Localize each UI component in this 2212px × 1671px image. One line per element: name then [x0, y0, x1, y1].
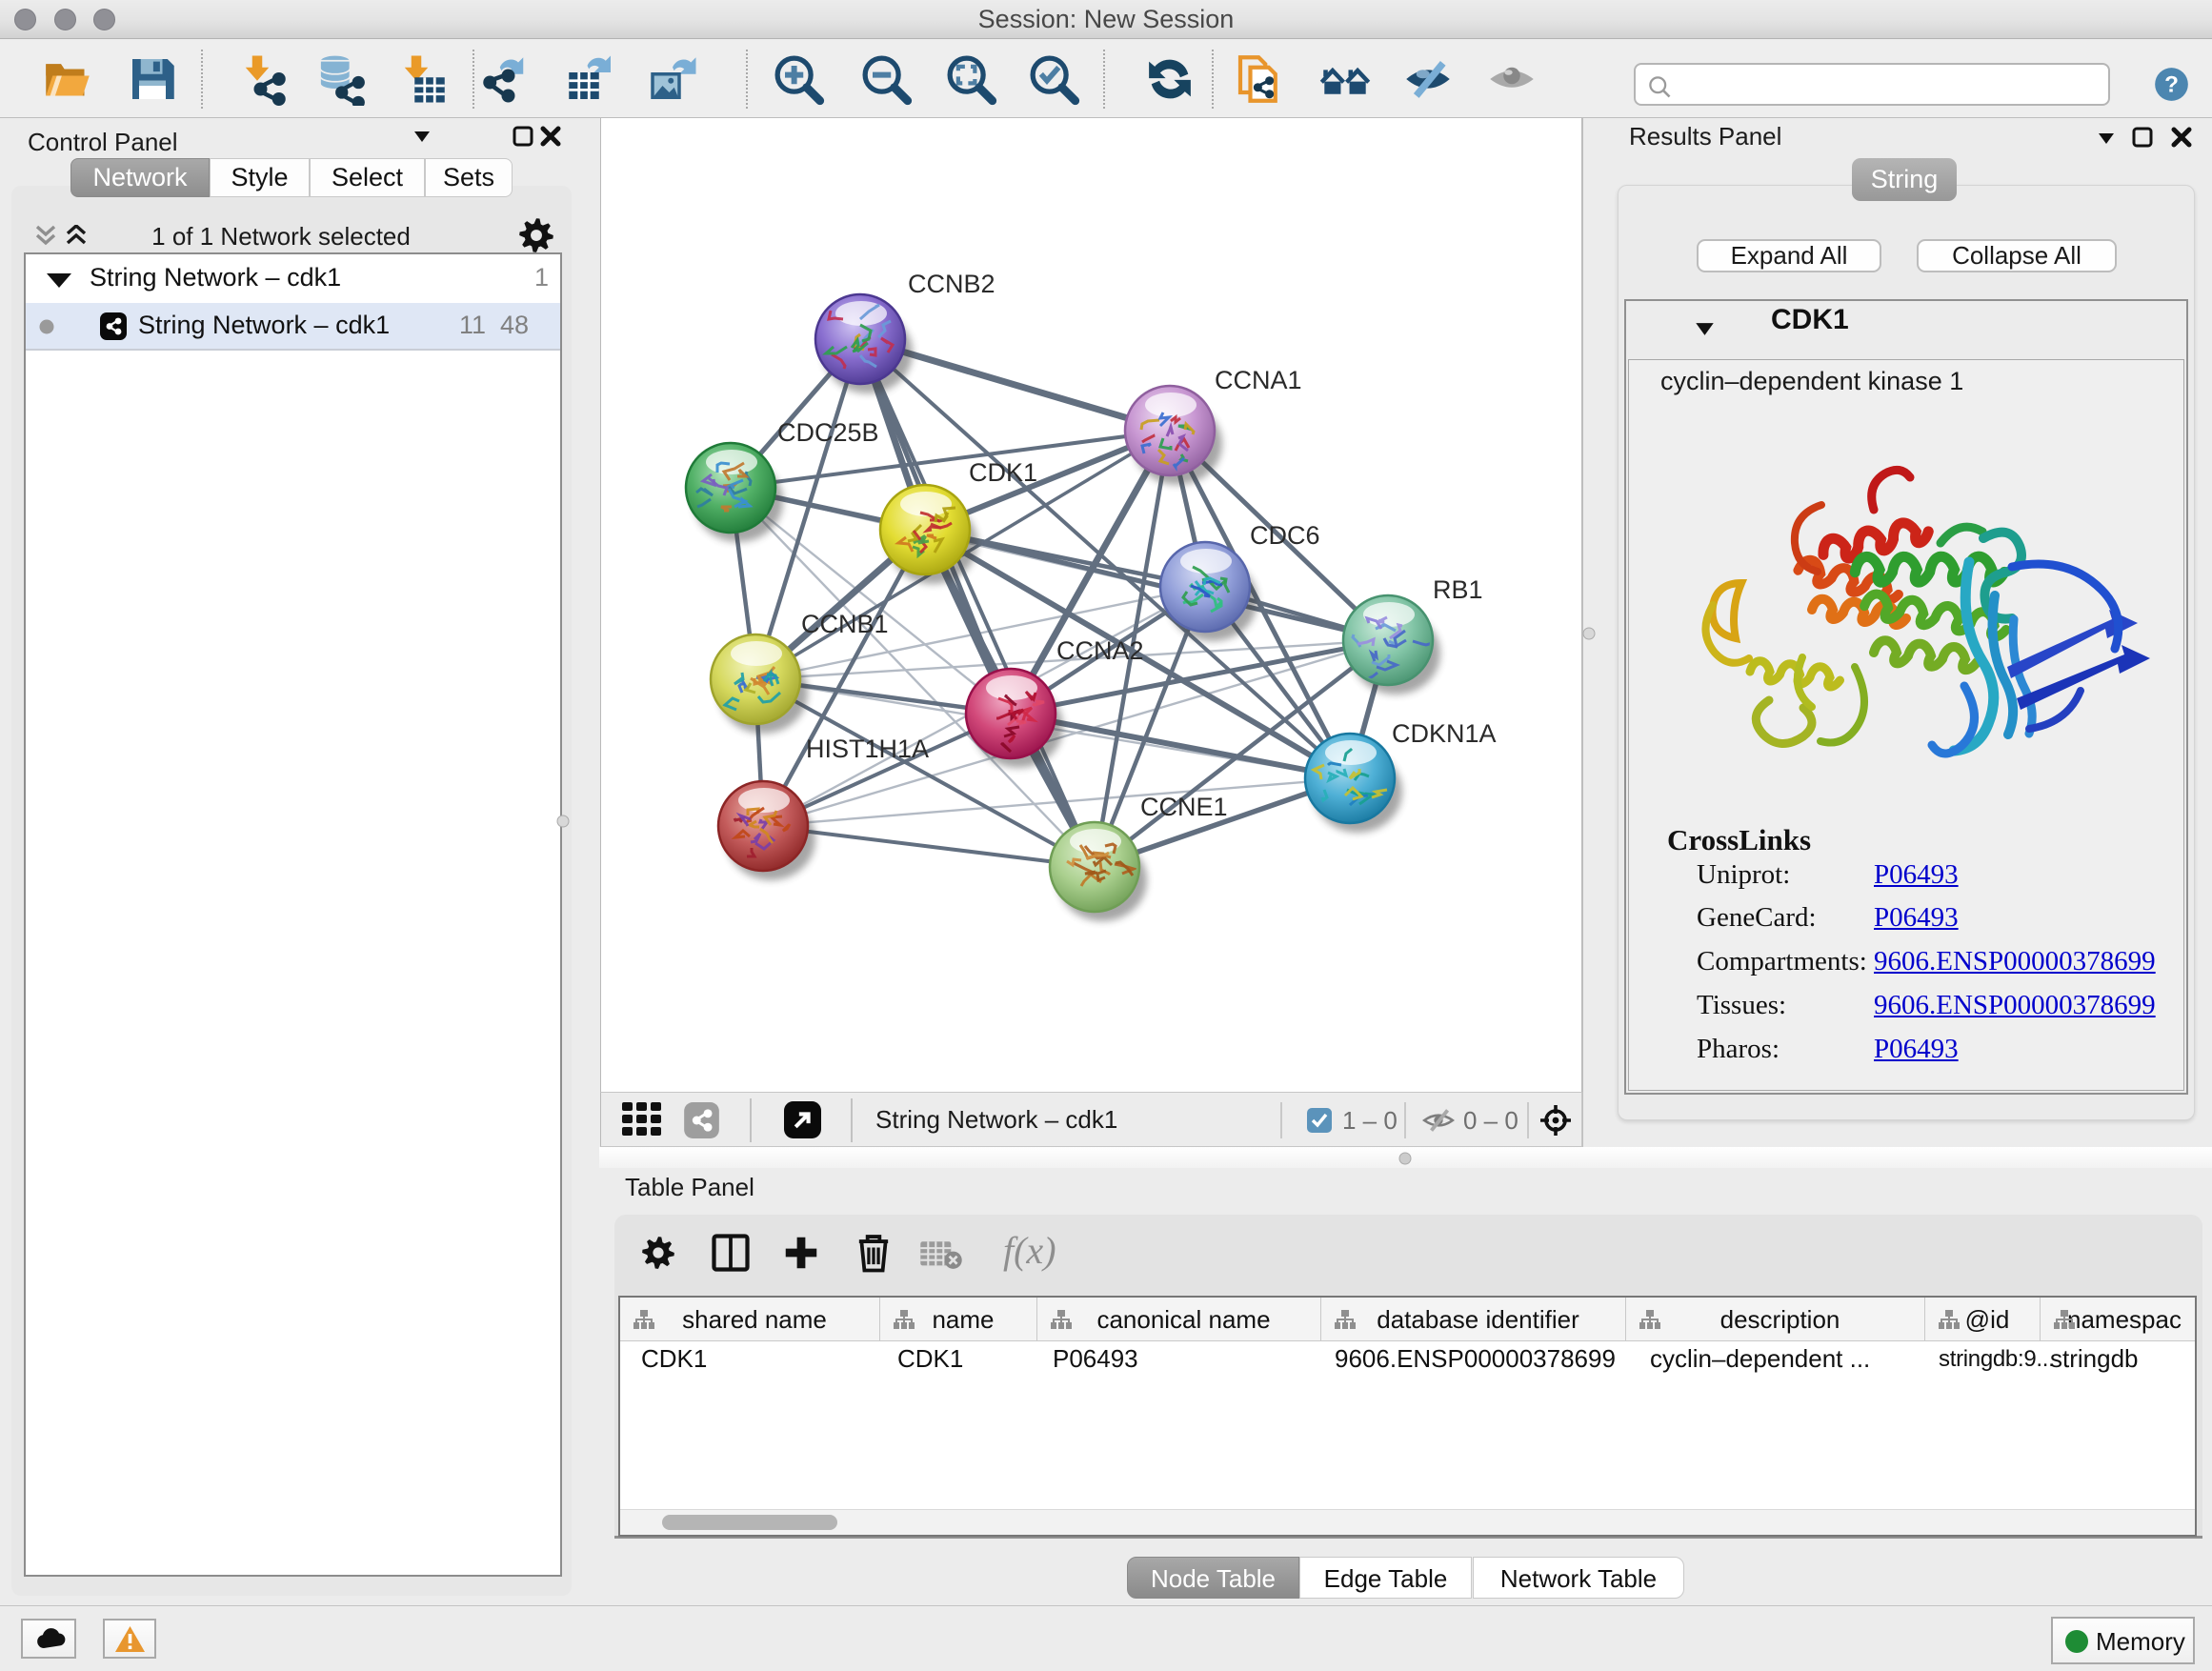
svg-text:RB1: RB1 [1433, 575, 1483, 604]
svg-text:CCNA2: CCNA2 [1056, 636, 1144, 665]
svg-text:CDC25B: CDC25B [777, 418, 879, 447]
svg-text:CDKN1A: CDKN1A [1392, 719, 1497, 748]
svg-text:CCNA1: CCNA1 [1215, 366, 1302, 394]
svg-text:?: ? [2164, 72, 2179, 98]
svg-text:CDC6: CDC6 [1250, 521, 1320, 550]
svg-text:CCNE1: CCNE1 [1140, 793, 1228, 821]
svg-text:CCNB2: CCNB2 [908, 270, 995, 298]
svg-text:CCNB1: CCNB1 [801, 610, 889, 638]
svg-text:CDK1: CDK1 [969, 458, 1037, 487]
svg-text:HIST1H1A: HIST1H1A [806, 735, 929, 763]
